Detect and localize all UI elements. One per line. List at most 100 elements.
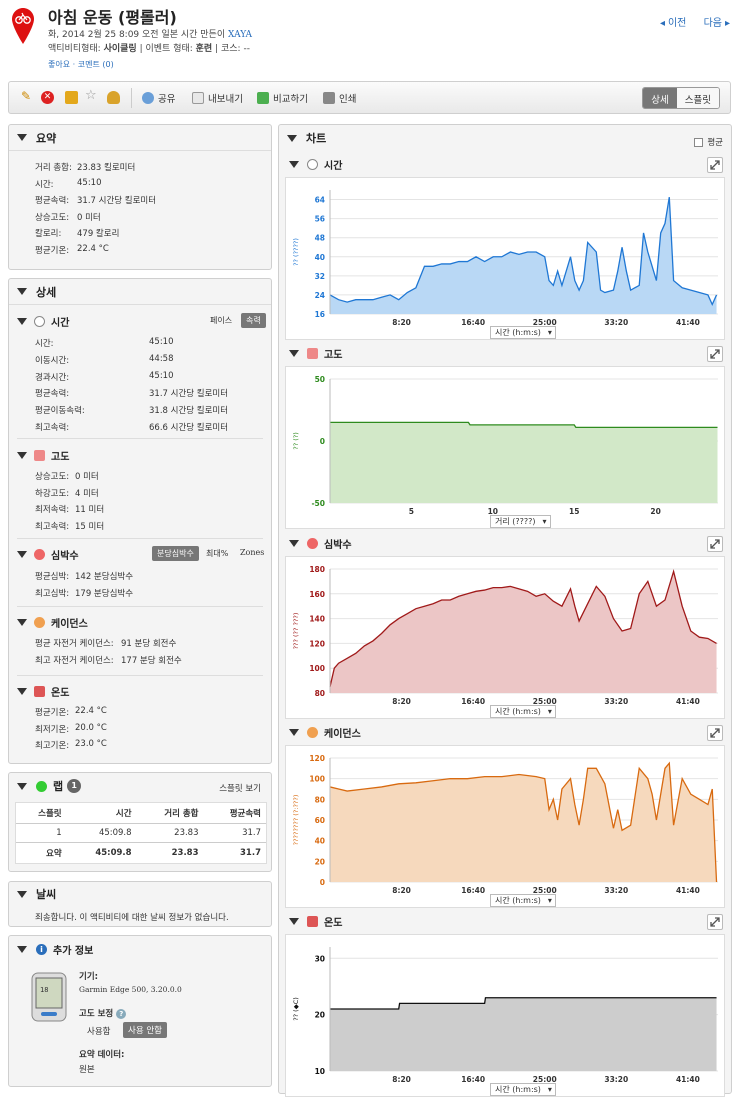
x-axis-select[interactable]: 시간 (h:m:s)	[490, 326, 556, 339]
chart-header[interactable]: 시간	[289, 155, 342, 173]
x-axis-select[interactable]: 시간 (h:m:s)	[490, 894, 556, 907]
x-axis-select[interactable]: 거리 (????)	[490, 515, 551, 528]
collapse-icon[interactable]	[17, 551, 27, 558]
collapse-icon[interactable]	[289, 349, 299, 357]
owner-link[interactable]: XAYA	[228, 30, 252, 40]
cadence-icon	[307, 726, 318, 738]
heart-icon	[307, 537, 318, 549]
prev-link[interactable]: 이전	[668, 18, 686, 29]
x-tick-label: 41:40	[676, 697, 700, 706]
like-link[interactable]: 좋아요	[48, 60, 70, 69]
stat-value: 177 분당 회전수	[121, 655, 182, 666]
splits-view-button[interactable]: 스플릿	[676, 88, 719, 108]
print-button[interactable]: 인쇄	[323, 91, 356, 105]
lap-column-header[interactable]: 시간	[66, 803, 137, 824]
stat-value: 66.6 시간당 킬로미터	[149, 423, 229, 433]
elevation-correction-label: 고도 보정 ?	[79, 1007, 127, 1019]
collapse-icon[interactable]	[17, 890, 27, 898]
collapse-icon[interactable]	[17, 619, 27, 626]
collapse-icon[interactable]	[17, 134, 27, 141]
lap-column-header[interactable]: 스플릿	[16, 803, 67, 824]
next-link[interactable]: 다음	[704, 18, 722, 29]
compare-button[interactable]: 비교하기	[257, 91, 308, 105]
comment-link[interactable]: 코멘트 (0)	[78, 60, 114, 69]
lap-column-header[interactable]: 평균속력	[203, 803, 266, 824]
expand-chart-icon[interactable]	[707, 914, 723, 930]
chart-header[interactable]: 온도	[289, 912, 342, 930]
stat-value: 15 미터	[75, 521, 105, 532]
stat-label: 상승고도:	[35, 472, 70, 482]
x-tick-label: 41:40	[676, 1075, 700, 1084]
charts-header[interactable]: 차트	[279, 125, 731, 151]
activity-type[interactable]: 사이클링	[104, 44, 137, 54]
extra-info-header[interactable]: i 추가 정보	[9, 936, 271, 962]
elev-corr-disabled[interactable]: 사용 안함	[123, 1022, 167, 1038]
expand-chart-icon[interactable]	[707, 346, 723, 362]
stat-value: 22.4 °C	[77, 243, 109, 254]
detail-view-button[interactable]: 상세	[643, 88, 677, 108]
checkbox-icon[interactable]	[694, 137, 704, 147]
collapse-icon[interactable]	[17, 782, 27, 790]
chart-title: 시간	[324, 160, 343, 172]
expand-chart-icon[interactable]	[707, 157, 723, 173]
hr-section-header[interactable]: 심박수	[17, 547, 79, 562]
lock-icon[interactable]	[65, 91, 78, 104]
series-area	[330, 763, 717, 882]
chart-section-3: 케이던스 0 20 40 60 80 100 120 8:20 16:40 25:00 33:20 41…	[285, 723, 725, 908]
x-axis-select[interactable]: 시간 (h:m:s)	[490, 705, 556, 718]
collapse-icon[interactable]	[287, 134, 297, 142]
elevation-section-header[interactable]: 고도	[17, 448, 69, 463]
compare-icon	[257, 92, 269, 104]
chart-header[interactable]: 케이던스	[289, 723, 361, 741]
collapse-icon[interactable]	[17, 318, 27, 325]
expand-chart-icon[interactable]	[707, 725, 723, 741]
elevation-icon	[34, 450, 45, 461]
max-percent-toggle[interactable]: 최대%	[201, 546, 233, 561]
pace-toggle[interactable]: 페이스	[205, 313, 237, 328]
chart-header[interactable]: 고도	[289, 344, 342, 362]
cadence-section-header[interactable]: 케이던스	[17, 615, 88, 630]
edit-pencil-icon[interactable]: ✎	[21, 89, 34, 103]
page-title: 아침 운동 (평롤러)	[48, 8, 177, 27]
details-header[interactable]: 상세	[9, 279, 271, 305]
export-button[interactable]: 내보내기	[192, 91, 243, 105]
y-axis-label: ?? (?)	[292, 432, 300, 450]
collapse-icon[interactable]	[289, 917, 299, 925]
split-view-link[interactable]: 스플릿 보기	[219, 782, 261, 794]
collapse-icon[interactable]	[17, 945, 27, 953]
lap-total-cell: 45:09.8	[66, 842, 137, 863]
collapse-icon[interactable]	[17, 452, 27, 459]
average-checkbox[interactable]: 평균	[694, 136, 723, 148]
summary-data-value: 원본	[79, 1065, 95, 1075]
stat-value: 22.4 °C	[75, 706, 107, 716]
user-badge-icon[interactable]	[107, 91, 120, 104]
stat-label: 시간:	[35, 339, 54, 349]
zones-toggle[interactable]: Zones	[235, 546, 269, 559]
next-arrow-icon[interactable]: ▸	[725, 18, 730, 29]
stat-label: 최고 자전거 케이던스:	[35, 655, 114, 666]
share-button[interactable]: 공유	[142, 91, 175, 105]
collapse-icon[interactable]	[17, 288, 27, 295]
star-icon[interactable]: ☆	[85, 88, 98, 103]
x-axis-select[interactable]: 시간 (h:m:s)	[490, 1083, 556, 1096]
bpm-toggle[interactable]: 분당심박수	[152, 546, 199, 561]
stat-label: 평균심박:	[35, 572, 70, 582]
summary-header[interactable]: 요약	[9, 125, 271, 151]
table-row[interactable]: 1 45:09.8 23.83 31.7	[16, 824, 266, 843]
temp-section-header[interactable]: 온도	[17, 684, 69, 699]
delete-icon[interactable]: ✕	[41, 91, 54, 104]
collapse-icon[interactable]	[17, 688, 27, 695]
lap-column-header[interactable]: 거리 총합	[136, 803, 204, 824]
collapse-icon[interactable]	[289, 160, 299, 168]
collapse-icon[interactable]	[289, 539, 299, 547]
time-section-header[interactable]: 시간	[17, 314, 69, 329]
chart-header[interactable]: 심박수	[289, 534, 352, 552]
speed-toggle[interactable]: 속력	[241, 313, 266, 328]
prev-arrow-icon[interactable]: ◂	[660, 18, 665, 29]
elev-corr-enabled[interactable]: 사용함	[87, 1025, 110, 1037]
event-type[interactable]: 훈련	[196, 44, 213, 54]
collapse-icon[interactable]	[289, 728, 299, 736]
expand-chart-icon[interactable]	[707, 536, 723, 552]
weather-header[interactable]: 날씨	[9, 882, 271, 906]
help-icon[interactable]: ?	[116, 1009, 127, 1019]
